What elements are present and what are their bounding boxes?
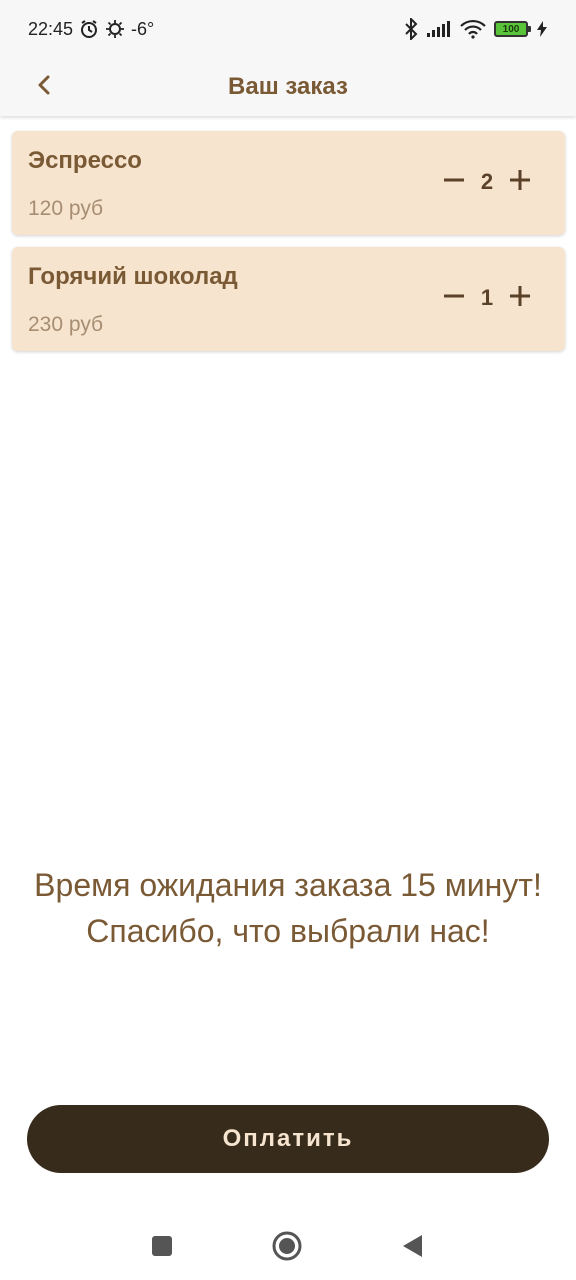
signal-icon (426, 20, 452, 38)
weather-icon (105, 19, 125, 39)
quantity-value: 1 (480, 285, 494, 310)
item-name: Горячий шоколад (28, 263, 238, 290)
order-list: Эспрессо 120 руб 2 Горячий шоколад 230 р… (12, 131, 565, 363)
battery-icon: 100 (494, 21, 531, 37)
recents-icon (150, 1234, 174, 1263)
home-icon (271, 1230, 303, 1267)
quantity-stepper: 1 (439, 283, 535, 313)
status-temperature: -6° (131, 18, 155, 39)
battery-level: 100 (502, 23, 520, 35)
bluetooth-icon (404, 18, 418, 40)
thank-you-text: Спасибо, что выбрали нас! (86, 913, 490, 949)
nav-back-button[interactable] (396, 1232, 428, 1264)
item-price: 230 руб (28, 313, 104, 336)
home-button[interactable] (271, 1230, 303, 1267)
minus-icon (443, 285, 465, 312)
charging-icon (536, 20, 548, 38)
back-button[interactable] (24, 67, 64, 107)
system-nav-bar (0, 1210, 576, 1280)
wait-time-text: Время ожидания заказа 15 минут! (34, 867, 542, 903)
chevron-left-icon (36, 74, 52, 101)
quantity-stepper: 2 (439, 167, 535, 197)
decrease-quantity-button[interactable] (439, 167, 469, 197)
increase-quantity-button[interactable] (505, 167, 535, 197)
plus-icon (509, 285, 531, 312)
plus-icon (509, 169, 531, 196)
status-left: 22:45 -6° (28, 19, 154, 40)
order-item: Горячий шоколад 230 руб 1 (12, 247, 565, 351)
page-title: Ваш заказ (228, 73, 348, 100)
decrease-quantity-button[interactable] (439, 283, 469, 313)
item-price: 120 руб (28, 197, 104, 220)
status-right: 100 (404, 18, 548, 40)
wait-time-message: Время ожидания заказа 15 минут! Спасибо,… (0, 862, 576, 954)
order-screen: 22:45 -6° 100 Ваш заказ Эспрессо 120 руб… (0, 0, 576, 1280)
back-icon (400, 1233, 424, 1264)
recents-button[interactable] (146, 1232, 178, 1264)
alarm-icon (79, 19, 99, 39)
order-item: Эспрессо 120 руб 2 (12, 131, 565, 235)
status-bar: 22:45 -6° 100 (0, 0, 576, 58)
minus-icon (443, 169, 465, 196)
increase-quantity-button[interactable] (505, 283, 535, 313)
item-name: Эспрессо (28, 147, 142, 174)
wifi-icon (460, 19, 486, 39)
app-header: Ваш заказ (0, 58, 576, 116)
pay-button[interactable]: Оплатить (27, 1105, 549, 1173)
status-time: 22:45 (28, 18, 74, 39)
quantity-value: 2 (480, 169, 494, 194)
